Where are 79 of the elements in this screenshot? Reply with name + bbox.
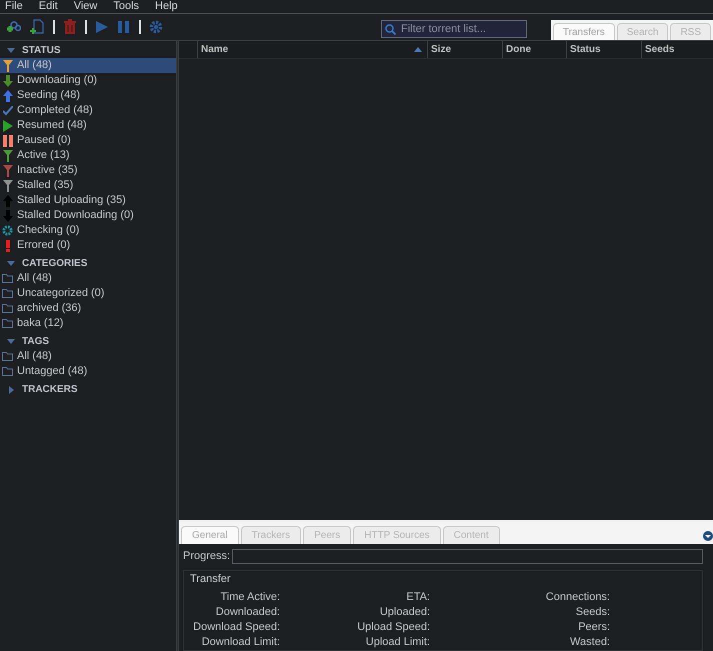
filter-item[interactable]: Resumed (48) [0,118,176,133]
group-title: Transfer [190,572,232,586]
column-header[interactable]: Done [502,41,566,58]
exclamation-icon [6,240,10,252]
filter-item[interactable]: Inactive (35) [0,163,176,178]
field-label: Upload Speed: [356,620,430,635]
menu-item[interactable]: File [5,0,23,13]
up-arrow-icon [2,90,12,102]
menu-item[interactable]: View [74,0,98,13]
caret-down-icon[interactable] [7,46,15,54]
column-header[interactable]: Size [427,41,502,58]
funnel-icon [2,180,12,192]
filter-item[interactable]: Errored (0) [0,238,176,253]
field-label: Uploaded: [378,605,430,620]
field-label: Peers: [577,620,610,635]
field-label: Connections: [544,590,610,605]
caret-down-icon[interactable] [7,260,15,268]
section-header: TRACKERS [22,383,78,397]
section-header: STATUS [22,44,61,58]
field-label: Downloaded: [214,605,280,620]
filter-item[interactable]: Checking (0) [0,223,176,238]
funnel-icon [2,164,12,176]
filter-item[interactable]: All (48) [0,58,176,73]
search-field[interactable]: Filter torrent list... [381,20,527,38]
down-arrow-icon [2,74,12,86]
up-arrow-icon [2,194,12,206]
field-label: Download Limit: [200,635,280,650]
field-label: Time Active: [220,590,280,605]
trash-icon[interactable] [63,19,77,35]
gear-icon [2,225,13,236]
folder-icon [2,289,13,298]
section-header: TAGS [22,335,50,349]
column-header[interactable]: Seeds [641,41,711,58]
menu-item[interactable]: Tools [113,0,140,13]
filter-item[interactable]: Completed (48) [0,103,176,118]
folder-icon [2,319,13,328]
pause-icon [2,134,12,146]
checkmark-icon [2,106,12,116]
pause-icon[interactable] [117,20,131,34]
down-arrow-icon [2,210,12,222]
filter-item[interactable]: All (48) [0,271,176,286]
search-icon [385,24,396,35]
filter-item[interactable]: Active (13) [0,148,176,163]
dropdown-icon[interactable] [703,531,713,541]
field-label: Download Speed: [192,620,280,635]
filter-item[interactable]: Untagged (48) [0,364,176,379]
filter-item[interactable]: Stalled (35) [0,178,176,193]
field-label: Seeds: [574,605,610,620]
progress-label: Progress: [183,548,230,564]
folder-icon [2,274,13,283]
menu-item[interactable]: Help [155,0,178,13]
filter-item[interactable]: archived (36) [0,301,176,316]
filter-item[interactable]: Stalled Uploading (35) [0,193,176,208]
field-label: ETA: [405,590,430,605]
add-file-icon[interactable] [29,19,45,35]
play-icon [2,120,12,132]
filter-item[interactable]: Stalled Downloading (0) [0,208,176,223]
filter-item[interactable]: All (48) [0,349,176,364]
funnel-icon [2,60,12,72]
settings-icon[interactable] [149,20,163,34]
section-header: CATEGORIES [22,257,88,271]
column-header[interactable]: Name [197,41,427,58]
folder-icon [2,367,13,376]
funnel-icon [2,150,12,162]
play-icon[interactable] [95,20,109,34]
field-label: Upload Limit: [364,635,430,650]
column-header[interactable]: Status [566,41,641,58]
folder-icon [2,304,13,313]
filter-item[interactable]: Downloading (0) [0,73,176,88]
filter-item[interactable]: baka (12) [0,316,176,331]
caret-down-icon[interactable] [7,338,15,346]
filter-item[interactable]: Paused (0) [0,133,176,148]
folder-icon [2,352,13,361]
menu-item[interactable]: Edit [38,0,58,13]
field-label: Wasted: [569,635,610,650]
filter-item[interactable]: Uncategorized (0) [0,286,176,301]
add-link-icon[interactable] [5,19,21,35]
filter-item[interactable]: Seeding (48) [0,88,176,103]
caret-right-icon[interactable] [7,386,15,394]
